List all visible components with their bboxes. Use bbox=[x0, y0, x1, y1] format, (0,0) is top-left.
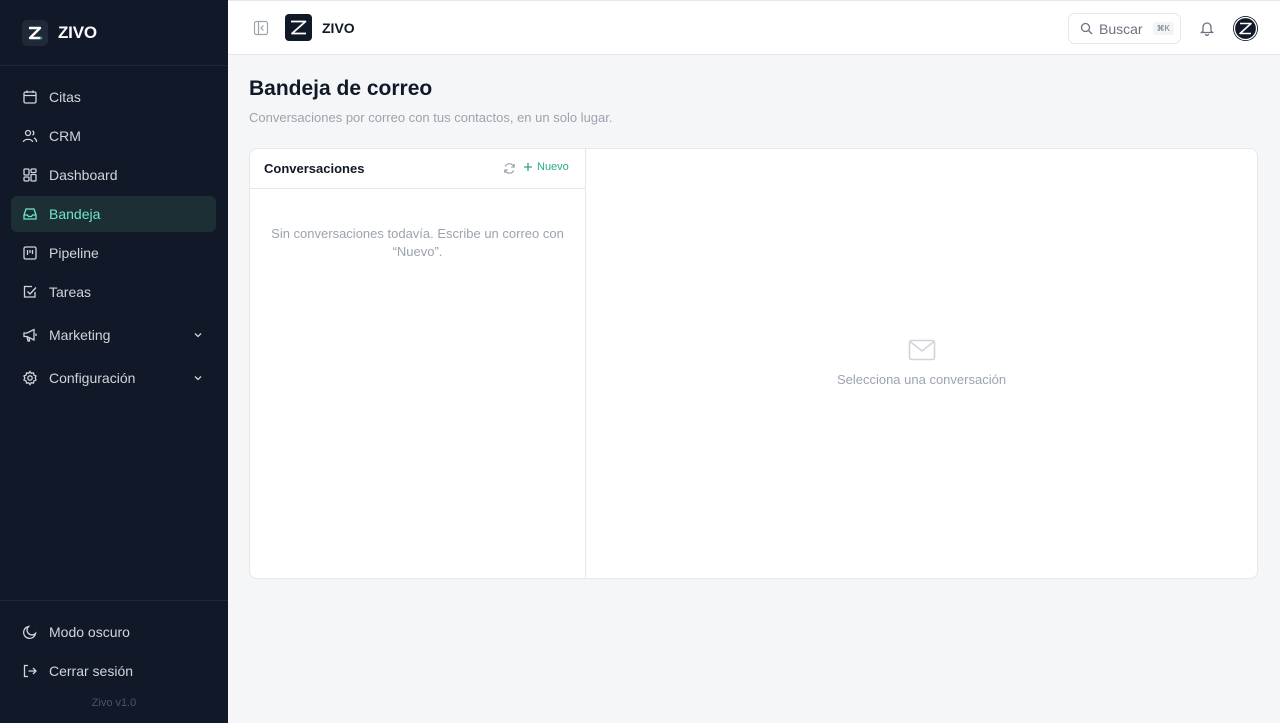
sidebar-item-dashboard[interactable]: Dashboard bbox=[11, 157, 216, 193]
megaphone-icon bbox=[23, 328, 37, 342]
topbar: ZIVO Buscar ⌘K bbox=[228, 0, 1280, 55]
sidebar-toggle-icon[interactable] bbox=[253, 20, 269, 36]
sidebar-item-label: Bandeja bbox=[49, 206, 101, 222]
chevron-down-icon[interactable] bbox=[192, 372, 204, 384]
mail-icon bbox=[908, 339, 935, 361]
tasks-icon bbox=[23, 285, 37, 298]
search-icon bbox=[1080, 22, 1093, 35]
sidebar-item-tareas[interactable]: Tareas bbox=[11, 274, 216, 310]
app-version: Zivo v1.0 bbox=[91, 697, 137, 709]
sidebar-item-citas[interactable]: Citas bbox=[11, 79, 216, 115]
mail-panel: Conversaciones Nuevo Sin conversaciones … bbox=[249, 148, 1258, 579]
dark-mode-toggle[interactable]: Modo oscuro bbox=[11, 614, 216, 650]
moon-icon bbox=[22, 625, 37, 640]
users-icon bbox=[22, 129, 38, 143]
sidebar-item-label: Citas bbox=[49, 89, 81, 105]
sidebar-item-label: Marketing bbox=[49, 327, 111, 343]
new-conversation-button[interactable]: Nuevo bbox=[523, 161, 569, 173]
avatar[interactable] bbox=[1233, 16, 1258, 41]
sidebar-item-marketing[interactable]: Marketing bbox=[11, 317, 216, 353]
sidebar-item-label: CRM bbox=[49, 128, 81, 144]
detail-empty-state: Selecciona una conversación bbox=[586, 339, 1257, 387]
dashboard-icon bbox=[23, 168, 37, 182]
search-input[interactable]: Buscar ⌘K bbox=[1068, 13, 1181, 44]
sidebar-item-pipeline[interactable]: Pipeline bbox=[11, 235, 216, 271]
topbar-brand: ZIVO bbox=[322, 20, 355, 36]
logout-button[interactable]: Cerrar sesión bbox=[11, 653, 216, 689]
sidebar-item-label: Tareas bbox=[49, 284, 92, 300]
zivo-logo-icon bbox=[22, 19, 48, 46]
sidebar-footer: Modo oscuro Cerrar sesión Zivo v1.0 bbox=[0, 600, 228, 723]
conversation-list-title: Conversaciones bbox=[264, 161, 365, 176]
gear-icon bbox=[23, 370, 37, 386]
sidebar-nav: Citas CRM Dashboard Bandeja Pipeline Tar… bbox=[0, 66, 228, 600]
sidebar-item-label: Pipeline bbox=[49, 245, 99, 261]
pipeline-icon bbox=[23, 246, 37, 260]
conversation-detail: Selecciona una conversación bbox=[586, 149, 1257, 578]
chevron-down-icon[interactable] bbox=[192, 329, 204, 341]
detail-empty-message: Selecciona una conversación bbox=[836, 372, 1007, 387]
sidebar: ZIVO Citas CRM Dashboard Bandeja Pipelin… bbox=[0, 0, 228, 723]
refresh-icon[interactable] bbox=[503, 162, 516, 175]
search-placeholder: Buscar bbox=[1099, 20, 1143, 37]
plus-icon bbox=[524, 163, 532, 171]
sidebar-item-configuracion[interactable]: Configuración bbox=[11, 360, 216, 396]
new-conversation-label: Nuevo bbox=[537, 161, 569, 173]
page-title: Bandeja de correo bbox=[249, 77, 433, 100]
conversation-list: Conversaciones Nuevo Sin conversaciones … bbox=[250, 149, 586, 578]
search-shortcut: ⌘K bbox=[1152, 22, 1174, 35]
sidebar-item-crm[interactable]: CRM bbox=[11, 118, 216, 154]
page-subtitle: Conversaciones por correo con tus contac… bbox=[249, 110, 613, 125]
bell-icon[interactable] bbox=[1199, 20, 1215, 36]
sidebar-item-bandeja[interactable]: Bandeja bbox=[11, 196, 216, 232]
inbox-icon bbox=[23, 208, 37, 220]
sidebar-item-label: Dashboard bbox=[49, 167, 118, 183]
conversation-list-header: Conversaciones Nuevo bbox=[250, 149, 585, 189]
logout-icon bbox=[23, 664, 37, 678]
empty-conversations-message: Sin conversaciones todavía. Escribe un c… bbox=[271, 226, 564, 259]
sidebar-item-label: Cerrar sesión bbox=[49, 663, 134, 679]
sidebar-item-label: Configuración bbox=[49, 370, 136, 386]
sidebar-item-label: Modo oscuro bbox=[49, 624, 130, 640]
brand-name: ZIVO bbox=[58, 22, 97, 42]
sidebar-brand[interactable]: ZIVO bbox=[0, 0, 228, 66]
calendar-icon bbox=[23, 90, 37, 104]
zivo-logo-icon[interactable] bbox=[285, 14, 312, 41]
